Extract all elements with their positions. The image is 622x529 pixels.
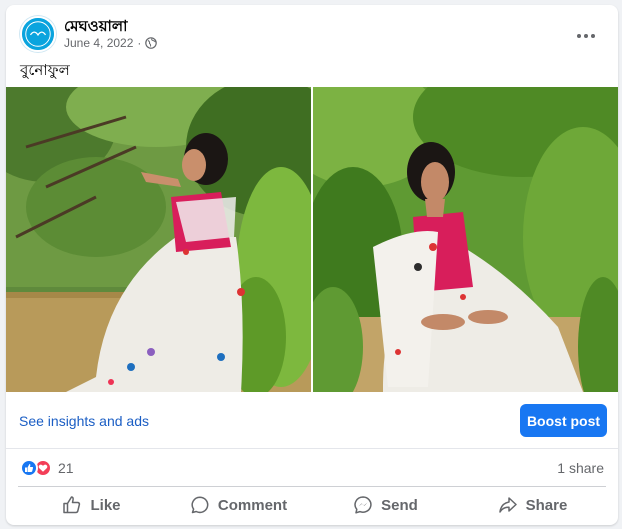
- share-arrow-icon: [498, 497, 517, 513]
- boost-post-button[interactable]: Boost post: [520, 404, 607, 437]
- photo-grid: [6, 87, 618, 392]
- comment-label: Comment: [217, 496, 288, 514]
- photo-2[interactable]: [313, 87, 618, 392]
- post-header: মেঘওয়ালা June 4, 2022 ·: [6, 5, 618, 60]
- messenger-send-icon: [354, 496, 372, 514]
- more-options-button[interactable]: [568, 18, 604, 54]
- insights-row: See insights and ads Boost post: [6, 393, 618, 449]
- shares-count[interactable]: 1 share: [557, 460, 604, 476]
- more-dot: [591, 34, 595, 38]
- thumbs-up-icon: [63, 496, 81, 514]
- page-avatar[interactable]: [20, 16, 56, 52]
- send-label: Send: [381, 496, 418, 514]
- share-button[interactable]: Share: [459, 487, 606, 523]
- post-date[interactable]: June 4, 2022: [64, 36, 133, 50]
- post-caption: বুনোফুল: [20, 61, 70, 79]
- like-label: Like: [90, 496, 121, 514]
- share-label: Share: [525, 496, 568, 514]
- post-meta: June 4, 2022 ·: [64, 36, 158, 50]
- photo-2-image: [313, 87, 618, 392]
- reaction-count: 21: [58, 460, 74, 476]
- like-reaction-icon: [20, 459, 38, 477]
- send-button[interactable]: Send: [312, 487, 459, 523]
- divider: [6, 448, 618, 449]
- more-dot: [584, 34, 588, 38]
- comment-bubble-icon: [191, 496, 209, 514]
- globe-icon[interactable]: [145, 37, 158, 49]
- post-actions: Like Comment Send Share: [18, 487, 606, 523]
- photo-1-image: [6, 87, 311, 392]
- meta-separator: ·: [137, 36, 142, 50]
- avatar-logo-icon: [22, 18, 54, 50]
- more-options-icon: [577, 34, 581, 38]
- post-card: মেঘওয়ালা June 4, 2022 · বুনোফুল See ins…: [6, 5, 618, 525]
- like-button[interactable]: Like: [18, 487, 165, 523]
- comment-button[interactable]: Comment: [165, 487, 312, 523]
- photo-1[interactable]: [6, 87, 311, 392]
- see-insights-link[interactable]: See insights and ads: [19, 413, 149, 429]
- reactions-summary[interactable]: 21: [20, 458, 74, 478]
